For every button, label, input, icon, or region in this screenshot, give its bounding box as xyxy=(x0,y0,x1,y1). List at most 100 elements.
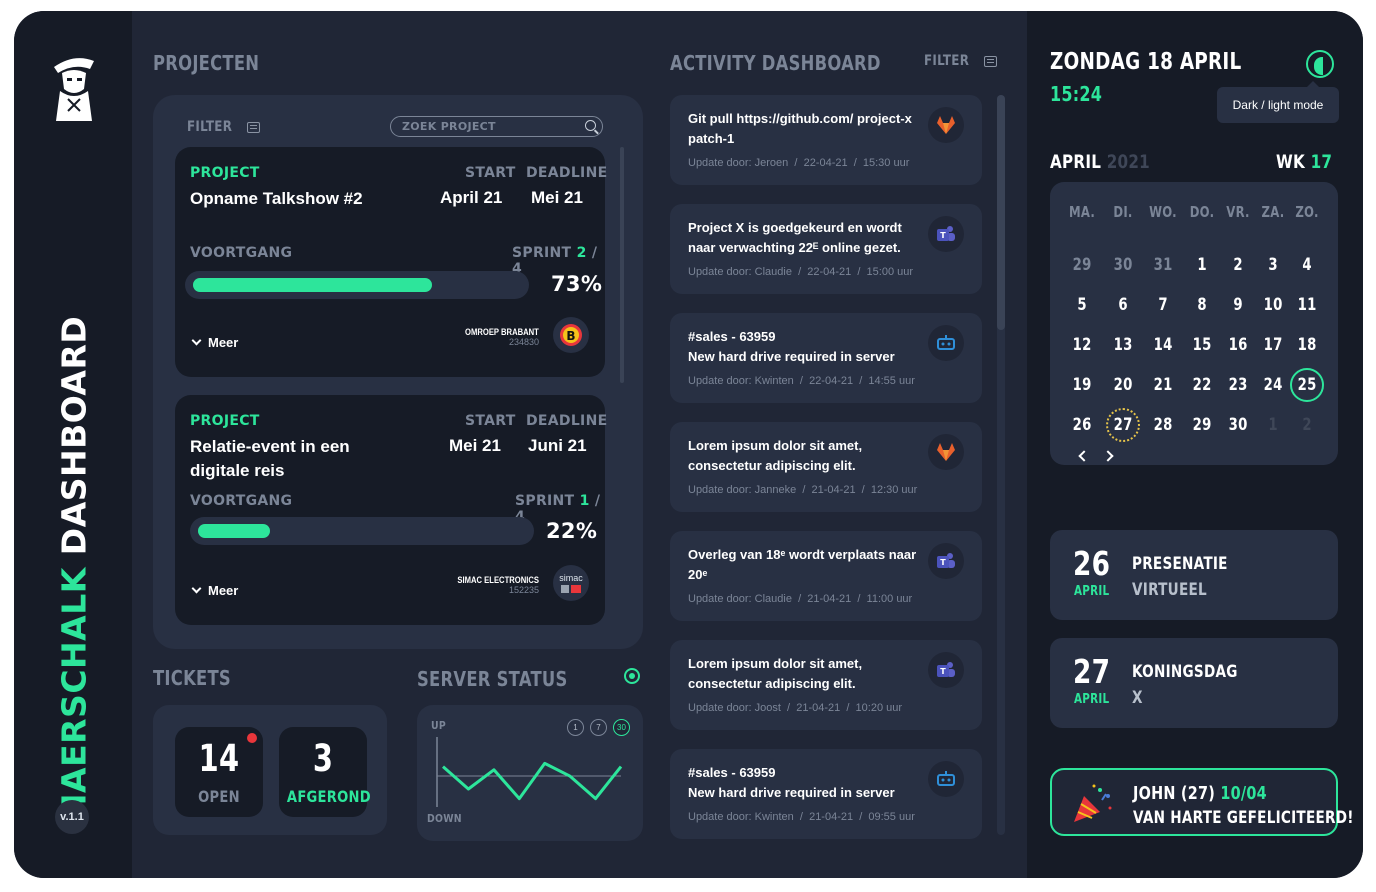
birthday-card[interactable]: JOHN (27) 10/04 VAN HARTE GEFELICITEERD! xyxy=(1050,768,1353,836)
version-badge: v.1.1 xyxy=(55,800,89,834)
pirate-logo-icon[interactable] xyxy=(50,51,98,123)
calendar-day[interactable]: 25 xyxy=(1290,368,1324,402)
more-button[interactable]: Meer xyxy=(191,335,238,350)
weekday-label: WO. xyxy=(1149,203,1177,221)
chevron-right-icon[interactable] xyxy=(1102,450,1114,462)
event-title: PRESENATIE xyxy=(1132,554,1228,574)
svg-text:T: T xyxy=(940,558,946,567)
more-button[interactable]: Meer xyxy=(191,583,238,598)
weekday-label: ZO. xyxy=(1295,203,1319,221)
project-card[interactable]: PROJECT Opname Talkshow #2 START April 2… xyxy=(175,147,607,377)
calendar-day[interactable]: 20 xyxy=(1106,368,1140,402)
calendar-week: WK 17 xyxy=(1275,151,1332,173)
activity-meta: Update door: Joost / 21-04-21 / 10:20 uu… xyxy=(688,702,903,714)
range-7-button[interactable]: 7 xyxy=(590,719,607,736)
calendar-day[interactable]: 15 xyxy=(1185,328,1219,362)
chevron-left-icon[interactable] xyxy=(1078,450,1090,462)
calendar-day[interactable]: 26 xyxy=(1065,408,1099,442)
weekday-label: MA. xyxy=(1068,203,1096,221)
event-month: APRIL xyxy=(1074,692,1110,707)
calendar-day[interactable]: 31 xyxy=(1146,248,1180,282)
calendar-day[interactable]: 23 xyxy=(1221,368,1255,402)
calendar-day[interactable]: 22 xyxy=(1185,368,1219,402)
projects-filter-button[interactable]: FILTER xyxy=(187,119,261,135)
activity-item[interactable]: Lorem ipsum dolor sit amet, consectetur … xyxy=(670,422,982,512)
calendar-day[interactable]: 30 xyxy=(1106,248,1140,282)
calendar-day[interactable]: 7 xyxy=(1146,288,1180,322)
event-card[interactable]: 27 APRIL KONINGSDAG X xyxy=(1050,638,1338,728)
activity-title: ACTIVITY DASHBOARD xyxy=(670,51,881,75)
calendar-day[interactable]: 9 xyxy=(1221,288,1255,322)
calendar-day[interactable]: 16 xyxy=(1221,328,1255,362)
activity-scrollbar[interactable] xyxy=(997,95,1005,330)
calendar-day[interactable]: 1 xyxy=(1185,248,1219,282)
activity-item[interactable]: #sales - 63959 New hard drive required i… xyxy=(670,749,982,839)
gitlab-icon xyxy=(928,107,964,143)
server-status-panel: UP DOWN 1 7 30 xyxy=(417,705,643,841)
client-info: OMROEP BRABANT 234830 xyxy=(465,327,539,347)
calendar-day[interactable]: 30 xyxy=(1221,408,1255,442)
progress-percent: 73% xyxy=(551,272,603,296)
calendar-day[interactable]: 17 xyxy=(1256,328,1290,362)
calendar-day[interactable]: 5 xyxy=(1065,288,1099,322)
theme-toggle-icon[interactable] xyxy=(1306,50,1334,78)
calendar-day[interactable]: 2 xyxy=(1221,248,1255,282)
calendar-day[interactable]: 4 xyxy=(1290,248,1324,282)
sidebar: MAERSCHALK DASHBOARD v.1.1 xyxy=(14,11,132,878)
calendar-day[interactable]: 1 xyxy=(1256,408,1290,442)
calendar-day[interactable]: 29 xyxy=(1065,248,1099,282)
done-tickets-card[interactable]: 3 AFGEROND xyxy=(279,727,371,817)
search-icon[interactable] xyxy=(585,120,596,131)
calendar-day[interactable]: 18 xyxy=(1290,328,1324,362)
projects-scrollbar[interactable] xyxy=(620,147,624,383)
calendar-day[interactable]: 19 xyxy=(1065,368,1099,402)
range-1-button[interactable]: 1 xyxy=(567,719,584,736)
project-label: PROJECT xyxy=(190,413,260,429)
event-month: APRIL xyxy=(1074,584,1110,599)
open-tickets-card[interactable]: 14 OPEN xyxy=(175,727,263,817)
activity-item[interactable]: Overleg van 18ᵉ wordt verplaats naar 20ᵉ… xyxy=(670,531,982,621)
start-label: START xyxy=(465,165,516,181)
project-card[interactable]: PROJECT Relatie-event in een digitale re… xyxy=(175,395,608,625)
calendar-day[interactable]: 6 xyxy=(1106,288,1140,322)
calendar-day[interactable]: 27 xyxy=(1106,408,1140,442)
calendar-day[interactable]: 3 xyxy=(1256,248,1290,282)
activity-item[interactable]: #sales - 63959 New hard drive required i… xyxy=(670,313,982,403)
calendar-day[interactable]: 24 xyxy=(1256,368,1290,402)
progress-label: VOORTGANG xyxy=(190,493,293,509)
deadline-date: Mei 21 xyxy=(531,188,583,207)
calendar-day[interactable]: 14 xyxy=(1146,328,1180,362)
calendar-day[interactable]: 12 xyxy=(1065,328,1099,362)
calendar-day[interactable]: 2 xyxy=(1290,408,1324,442)
calendar-day[interactable]: 13 xyxy=(1106,328,1140,362)
gitlab-icon xyxy=(928,434,964,470)
calendar-day[interactable]: 11 xyxy=(1290,288,1324,322)
event-subtitle: X xyxy=(1132,688,1143,708)
teams-icon: T xyxy=(928,543,964,579)
project-name: Relatie-event in een digitale reis xyxy=(190,437,350,480)
calendar-day[interactable]: 21 xyxy=(1146,368,1180,402)
projects-title: PROJECTEN xyxy=(153,51,260,75)
down-label: DOWN xyxy=(427,812,462,825)
project-search-input[interactable]: ZOEK PROJECT xyxy=(390,116,603,137)
calendar-day[interactable]: 8 xyxy=(1185,288,1219,322)
calendar-month: APRIL 2021 xyxy=(1050,151,1150,173)
deadline-label: DEADLINE xyxy=(526,413,608,429)
svg-text:T: T xyxy=(940,667,946,676)
robot-icon xyxy=(928,325,964,361)
activity-item[interactable]: Git pull https://github.com/ project-x p… xyxy=(670,95,982,185)
progress-fill xyxy=(193,278,432,292)
event-card[interactable]: 26 APRIL PRESENATIE VIRTUEEL xyxy=(1050,530,1338,620)
calendar-day[interactable]: 10 xyxy=(1256,288,1290,322)
activity-text: #sales - 63959 New hard drive required i… xyxy=(688,765,895,800)
event-title: KONINGSDAG xyxy=(1132,662,1238,682)
range-30-button[interactable]: 30 xyxy=(613,719,630,736)
tickets-title: TICKETS xyxy=(153,666,231,690)
calendar-day[interactable]: 28 xyxy=(1146,408,1180,442)
activity-item[interactable]: Lorem ipsum dolor sit amet, consectetur … xyxy=(670,640,982,730)
start-date: Mei 21 xyxy=(449,436,501,455)
project-name: Opname Talkshow #2 xyxy=(190,189,363,208)
activity-filter-button[interactable]: FILTER xyxy=(924,53,998,69)
activity-item[interactable]: Project X is goedgekeurd en wordt naar v… xyxy=(670,204,982,294)
calendar-day[interactable]: 29 xyxy=(1185,408,1219,442)
